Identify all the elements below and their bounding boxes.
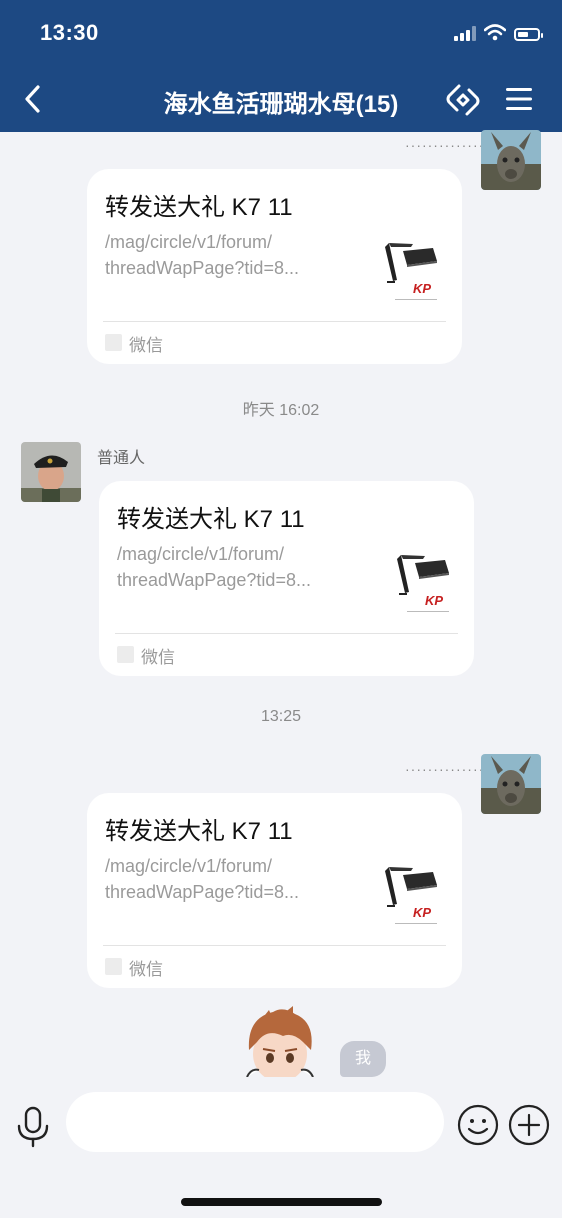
card-source: 微信	[129, 336, 163, 355]
link-card[interactable]: 转发送大礼 K7 11 /mag/circle/v1/forum/ thread…	[87, 793, 462, 988]
link-icon[interactable]	[445, 82, 481, 118]
user-avatar-image	[481, 754, 541, 814]
card-source: 微信	[129, 960, 163, 979]
cartoon-avatar-sticker	[246, 1006, 314, 1077]
card-desc-line: /mag/circle/v1/forum/	[105, 232, 273, 252]
card-divider	[115, 633, 458, 634]
pending-dots: ··············	[405, 761, 485, 777]
link-card[interactable]: 转发送大礼 K7 11 /mag/circle/v1/forum/ thread…	[87, 169, 462, 364]
user-avatar-image	[481, 130, 541, 190]
wechat-icon	[117, 646, 134, 663]
home-indicator	[181, 1198, 382, 1206]
avatar[interactable]	[481, 754, 541, 814]
menu-icon[interactable]	[503, 84, 535, 114]
input-bar	[0, 1077, 562, 1218]
plus-icon[interactable]	[508, 1104, 550, 1146]
message-input[interactable]	[66, 1092, 444, 1152]
card-divider	[103, 945, 446, 946]
wechat-icon	[105, 958, 122, 975]
card-title: 转发送大礼 K7 11	[105, 818, 293, 845]
card-desc-line: threadWapPage?tid=8...	[105, 258, 299, 278]
product-thumbnail: KP	[389, 547, 459, 617]
message-bubble[interactable]: 我	[340, 1041, 386, 1077]
avatar[interactable]	[481, 130, 541, 190]
status-icons	[454, 24, 543, 41]
card-desc-line: /mag/circle/v1/forum/	[105, 856, 273, 876]
cellular-signal-icon	[454, 25, 476, 41]
svg-text:KP: KP	[425, 593, 443, 608]
product-thumbnail: KP	[377, 235, 447, 305]
product-thumbnail: KP	[377, 859, 447, 929]
timestamp: 13:25	[260, 708, 302, 725]
sender-name: 普通人	[97, 450, 146, 467]
emoji-icon[interactable]	[457, 1104, 499, 1146]
card-desc-line: threadWapPage?tid=8...	[117, 570, 311, 590]
card-description: /mag/circle/v1/forum/ threadWapPage?tid=…	[117, 541, 347, 593]
card-description: /mag/circle/v1/forum/ threadWapPage?tid=…	[105, 229, 335, 281]
status-time: 13:30	[40, 20, 99, 45]
card-description: /mag/circle/v1/forum/ threadWapPage?tid=…	[105, 853, 335, 905]
timestamp: 昨天 16:02	[242, 402, 320, 419]
svg-text:KP: KP	[413, 905, 431, 920]
card-source: 微信	[141, 648, 175, 667]
svg-text:KP: KP	[413, 281, 431, 296]
card-divider	[103, 321, 446, 322]
card-title: 转发送大礼 K7 11	[117, 506, 305, 533]
wifi-icon	[484, 24, 506, 41]
pending-dots: ··············	[405, 137, 485, 153]
card-desc-line: /mag/circle/v1/forum/	[117, 544, 285, 564]
link-card[interactable]: 转发送大礼 K7 11 /mag/circle/v1/forum/ thread…	[99, 481, 474, 676]
battery-icon	[514, 28, 543, 41]
top-bar: 13:30 海水鱼活珊瑚水母(15)	[0, 0, 562, 132]
card-title: 转发送大礼 K7 11	[105, 194, 293, 221]
card-desc-line: threadWapPage?tid=8...	[105, 882, 299, 902]
avatar[interactable]	[21, 442, 81, 502]
wechat-icon	[105, 334, 122, 351]
microphone-icon[interactable]	[14, 1105, 52, 1149]
sender-avatar-image	[21, 442, 81, 502]
